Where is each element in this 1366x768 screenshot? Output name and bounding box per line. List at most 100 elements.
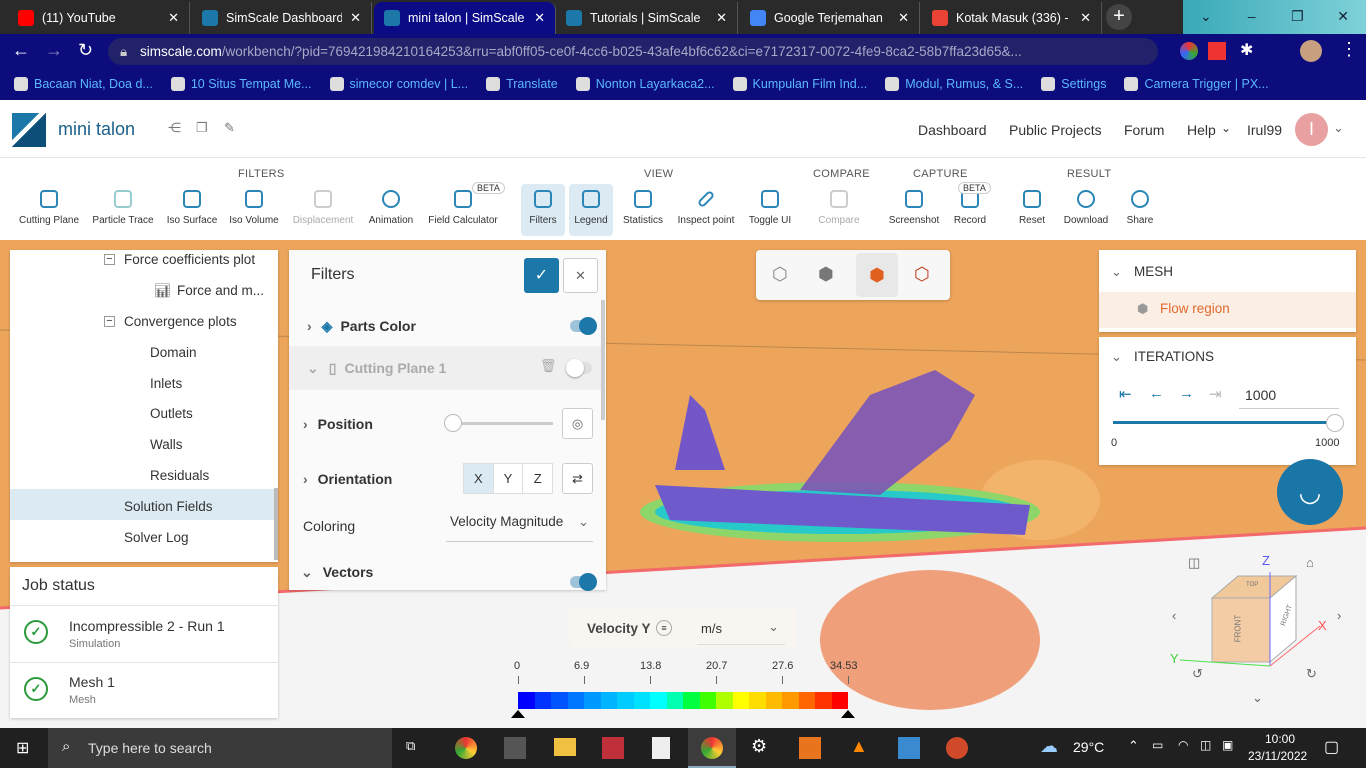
legend-menu-icon[interactable]: ≡ [656, 620, 672, 636]
close-icon[interactable]: ✕ [898, 10, 909, 26]
close-icon[interactable]: ✕ [1080, 10, 1091, 26]
settings-icon[interactable]: ⚙ [751, 736, 767, 757]
legend-button[interactable]: Legend [569, 184, 613, 236]
statistics-button[interactable]: Statistics [619, 184, 667, 236]
parts-color-toggle[interactable] [570, 317, 597, 335]
scrollbar[interactable] [601, 300, 605, 420]
bookmark[interactable]: Kumpulan Film Ind... [732, 77, 867, 91]
mesh-item-flow-region[interactable]: ⬢ Flow region [1099, 292, 1356, 328]
clock-time[interactable]: 10:00 [1265, 732, 1295, 746]
rotate-left-icon[interactable]: ‹ [1172, 608, 1176, 623]
tree-item-outlets[interactable]: Outlets [150, 406, 193, 421]
first-iteration-icon[interactable]: ⇤ [1119, 385, 1132, 403]
roll-right-icon[interactable]: ↻ [1306, 666, 1317, 682]
cube-colored-icon[interactable]: ⬢ [856, 253, 898, 297]
iteration-slider[interactable] [1113, 421, 1335, 424]
forward-icon[interactable]: → [45, 40, 63, 61]
collapse-icon[interactable]: − [104, 254, 115, 265]
target-icon[interactable]: ◎ [562, 408, 593, 439]
particle-trace-button[interactable]: Particle Trace [90, 184, 156, 236]
bookmark[interactable]: Nonton Layarkaca2... [575, 77, 715, 91]
app-icon[interactable] [602, 737, 624, 759]
home-icon[interactable]: ⌂ [1306, 555, 1314, 570]
cube-outline-icon[interactable]: ⬡ [772, 264, 788, 285]
windows-start-icon[interactable]: ⊞ [16, 738, 29, 758]
scrollbar[interactable] [274, 488, 278, 560]
tab-mini-talon[interactable]: mini talon | SimScale W ✕ [374, 2, 556, 34]
nav-dashboard[interactable]: Dashboard [918, 122, 987, 138]
close-icon[interactable]: ✕ [168, 10, 179, 26]
iso-surface-button[interactable]: Iso Surface [164, 184, 220, 236]
bookmark[interactable]: 10 Situs Tempat Me... [170, 77, 312, 91]
battery-icon[interactable]: ▭ [1152, 738, 1163, 752]
share-icon[interactable]: ⋲ [168, 120, 181, 136]
axis-y-button[interactable]: Y [492, 464, 523, 493]
tree-item-inlets[interactable]: Inlets [150, 376, 182, 391]
bookmark[interactable]: Modul, Rumus, & S... [885, 77, 1023, 91]
nav-forum[interactable]: Forum [1124, 122, 1164, 138]
wifi-icon[interactable]: ◠ [1178, 738, 1188, 752]
restore-button[interactable]: ❐ [1275, 0, 1321, 34]
reset-button[interactable]: Reset [1012, 184, 1052, 236]
chrome-icon[interactable] [455, 737, 477, 759]
tree-item-force-moments[interactable]: Force and m... [177, 283, 264, 298]
bookmark[interactable]: Bacaan Niat, Doa d... [14, 77, 153, 91]
share-button[interactable]: Share [1120, 184, 1160, 236]
close-icon[interactable]: ✕ [716, 10, 727, 26]
tree-item-force-coefficients[interactable]: Force coefficients plot [124, 252, 255, 267]
cutting-plane-button[interactable]: Cutting Plane [16, 184, 82, 236]
axis-z-button[interactable]: Z [522, 464, 552, 493]
tab-youtube[interactable]: (11) YouTube ✕ [8, 2, 190, 34]
chevron-up-icon[interactable]: ⌃ [1128, 738, 1139, 754]
cube-solid-icon[interactable]: ⬢ [818, 264, 834, 285]
tree-item-walls[interactable]: Walls [150, 437, 183, 452]
vectors-toggle[interactable] [570, 573, 597, 591]
close-icon[interactable]: ✕ [350, 10, 361, 26]
extension-icon[interactable] [1180, 42, 1198, 60]
iteration-input[interactable]: 1000 [1239, 381, 1339, 409]
back-icon[interactable]: ← [12, 40, 30, 61]
bookmark[interactable]: Camera Trigger | PX... [1124, 77, 1269, 91]
iso-volume-button[interactable]: Iso Volume [226, 184, 282, 236]
orientation-row[interactable]: › Orientation [289, 465, 606, 493]
previous-iteration-icon[interactable]: ← [1149, 385, 1164, 402]
vectors-row[interactable]: ⌄ Vectors [289, 558, 606, 586]
task-view-icon[interactable]: ⧉ [406, 738, 415, 754]
apply-button[interactable]: ✓ [524, 258, 559, 293]
extension-icon[interactable] [1208, 42, 1226, 60]
rotate-down-icon[interactable]: ⌄ [1252, 690, 1263, 706]
cube-wireframe-icon[interactable]: ⬡ [914, 264, 930, 285]
tree-item-domain[interactable]: Domain [150, 345, 197, 360]
tab-google-translate[interactable]: Google Terjemahan ✕ [740, 2, 920, 34]
camera-icon[interactable]: ◫ [1188, 555, 1200, 571]
position-slider-handle[interactable] [444, 414, 462, 432]
cutting-plane-header[interactable]: ⌄ ▯ Cutting Plane 1 [289, 354, 606, 382]
vlc-icon[interactable]: ▲ [850, 736, 868, 757]
reload-icon[interactable]: ↻ [78, 40, 93, 61]
swap-icon[interactable]: ⇄ [562, 463, 593, 494]
field-calculator-button[interactable]: BETA Field Calculator [426, 182, 505, 236]
close-button[interactable]: ✕ [563, 258, 598, 293]
roll-left-icon[interactable]: ↺ [1192, 666, 1203, 682]
orientation-gizmo[interactable]: Z X Y FRONT RIGHT TOP ◫ ⌂ ‹ › ↺ ↻ ⌄ [1160, 540, 1366, 710]
displacement-button[interactable]: Displacement [290, 184, 356, 236]
legend-min-handle[interactable] [511, 710, 525, 718]
chat-support-button[interactable]: ◡ [1277, 459, 1343, 525]
cutting-plane-toggle[interactable] [566, 359, 592, 377]
coloring-select[interactable]: Velocity Magnitude ⌄ [446, 506, 593, 542]
profile-avatar[interactable] [1300, 40, 1322, 62]
job-name[interactable]: Incompressible 2 - Run 1 [69, 618, 225, 634]
app-icon[interactable] [504, 737, 526, 759]
puzzle-icon[interactable]: ✱ [1240, 40, 1253, 60]
close-icon[interactable]: ✕ [534, 10, 545, 26]
cube-face-top[interactable]: TOP [1246, 582, 1258, 588]
tab-tutorials[interactable]: Tutorials | SimScale ✕ [556, 2, 738, 34]
iteration-slider-handle[interactable] [1326, 414, 1344, 432]
next-iteration-icon[interactable]: → [1179, 385, 1194, 402]
position-slider[interactable] [449, 422, 553, 425]
minimize-button[interactable]: – [1229, 0, 1275, 34]
axis-x-button[interactable]: X [464, 464, 493, 493]
tree-item-residuals[interactable]: Residuals [150, 468, 209, 483]
close-window-button[interactable]: ✕ [1320, 0, 1366, 34]
username[interactable]: Irul99 [1247, 122, 1282, 138]
